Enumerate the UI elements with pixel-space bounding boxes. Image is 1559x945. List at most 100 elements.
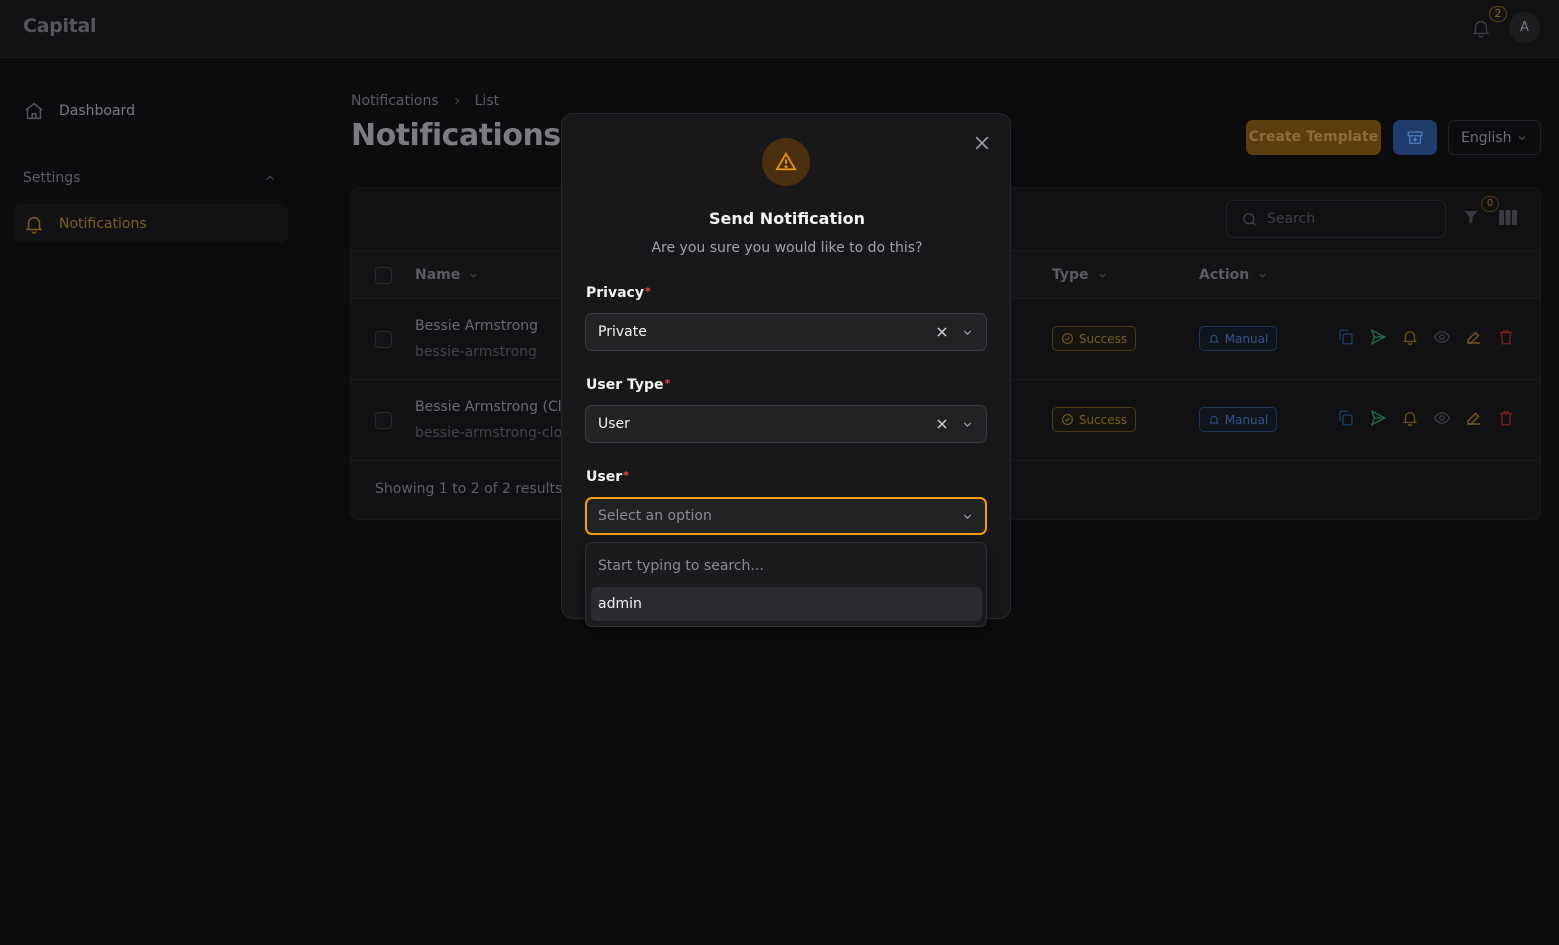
field-label-text: User Type <box>586 377 664 393</box>
row-name: Bessie Armstrong (Clo <box>415 399 571 415</box>
notifications-bell-icon[interactable] <box>1470 17 1492 39</box>
clear-icon[interactable] <box>935 325 949 339</box>
field-label-text: User <box>586 469 623 485</box>
user-type-label: User Type* <box>586 377 670 393</box>
chevron-right-icon <box>454 97 459 105</box>
sidebar-group-label: Settings <box>23 170 81 186</box>
warning-badge <box>762 138 810 186</box>
sidebar-item-label: Notifications <box>59 215 147 232</box>
required-marker: * <box>623 469 629 482</box>
type-badge: Success <box>1052 407 1136 432</box>
row-slug: bessie-armstrong-clo <box>415 425 563 441</box>
badge-label: Manual <box>1224 331 1269 346</box>
page-title: Notifications <box>351 118 561 153</box>
user-type-value: User <box>598 416 630 432</box>
trash-icon[interactable] <box>1497 328 1515 346</box>
copy-icon[interactable] <box>1337 328 1355 346</box>
top-bar: Capital 2 A <box>0 0 1559 58</box>
search-icon <box>1243 212 1256 226</box>
warning-icon <box>775 152 797 171</box>
user-type-select[interactable]: User <box>585 405 987 443</box>
close-icon <box>975 136 989 150</box>
check-circle-icon <box>1061 414 1073 425</box>
select-all-checkbox[interactable] <box>375 267 392 284</box>
edit-icon[interactable] <box>1465 328 1483 346</box>
copy-icon[interactable] <box>1337 409 1355 427</box>
bell-icon <box>1208 415 1219 423</box>
row-checkbox[interactable] <box>375 412 392 429</box>
breadcrumb-item: List <box>474 93 500 109</box>
badge-label: Success <box>1078 412 1128 427</box>
notification-count-badge: 2 <box>1489 6 1507 22</box>
home-icon <box>25 102 43 120</box>
chevron-down-icon <box>1259 273 1266 278</box>
column-header-name[interactable]: Name <box>415 267 479 283</box>
bell-icon[interactable] <box>1401 409 1419 427</box>
archive-button[interactable] <box>1393 120 1437 155</box>
chevron-down-icon <box>1098 273 1106 278</box>
chevron-down-icon <box>470 273 477 278</box>
dropdown-search-input[interactable]: Start typing to search... <box>598 558 764 574</box>
column-label: Name <box>415 267 461 283</box>
modal-subtitle: Are you sure you would like to do this? <box>651 240 923 256</box>
user-select[interactable]: Select an option <box>585 497 987 535</box>
clear-icon[interactable] <box>935 417 949 431</box>
row-actions <box>1337 328 1515 346</box>
search-input[interactable]: Search <box>1226 200 1446 238</box>
columns-icon[interactable] <box>1498 209 1518 226</box>
user-label: User* <box>586 469 629 485</box>
pagination-results: Showing 1 to 2 of 2 results <box>375 481 563 497</box>
user-avatar[interactable]: A <box>1509 12 1540 43</box>
breadcrumb-item[interactable]: Notifications <box>351 93 439 109</box>
column-label: Type <box>1052 267 1089 283</box>
user-placeholder: Select an option <box>598 508 712 524</box>
create-template-button[interactable]: Create Template <box>1246 120 1381 155</box>
column-header-type[interactable]: Type <box>1052 267 1108 283</box>
action-badge: Manual <box>1199 326 1277 351</box>
brand-logo[interactable]: Capital <box>23 15 97 37</box>
filter-icon[interactable] <box>1462 208 1480 226</box>
sidebar-group-settings[interactable]: Settings <box>23 170 277 186</box>
type-badge: Success <box>1052 326 1136 351</box>
privacy-select[interactable]: Private <box>585 313 987 351</box>
required-marker: * <box>644 285 651 298</box>
send-icon[interactable] <box>1369 328 1387 346</box>
chevron-down-icon <box>1518 135 1526 140</box>
trash-icon[interactable] <box>1497 409 1515 427</box>
dropdown-option[interactable]: admin <box>591 587 982 621</box>
required-marker: * <box>664 377 671 390</box>
modal-title: Send Notification <box>709 209 865 228</box>
bell-icon[interactable] <box>1401 328 1419 346</box>
bell-icon <box>1208 334 1219 342</box>
row-name: Bessie Armstrong <box>415 318 539 334</box>
filter-count-badge: 0 <box>1481 196 1499 212</box>
badge-label: Success <box>1078 331 1128 346</box>
column-header-action[interactable]: Action <box>1199 267 1268 283</box>
chevron-down-icon <box>963 421 972 427</box>
badge-label: Manual <box>1224 412 1269 427</box>
language-select[interactable]: English <box>1448 120 1541 155</box>
send-icon[interactable] <box>1369 409 1387 427</box>
breadcrumb: Notifications List <box>351 93 499 109</box>
sidebar-item-notifications[interactable]: Notifications <box>14 204 288 243</box>
row-actions <box>1337 409 1515 427</box>
chevron-up-icon <box>266 175 274 181</box>
close-button[interactable] <box>972 133 992 153</box>
sidebar-item-dashboard[interactable]: Dashboard <box>23 100 135 122</box>
chevron-down-icon <box>963 329 972 335</box>
privacy-label: Privacy* <box>586 285 651 301</box>
language-label: English <box>1461 129 1512 146</box>
column-label: Action <box>1199 267 1250 283</box>
user-dropdown: Start typing to search... admin <box>585 542 987 627</box>
row-slug: bessie-armstrong <box>415 344 537 360</box>
eye-icon[interactable] <box>1433 409 1451 427</box>
search-placeholder: Search <box>1267 211 1316 227</box>
edit-icon[interactable] <box>1465 409 1483 427</box>
action-badge: Manual <box>1199 407 1277 432</box>
eye-icon[interactable] <box>1433 328 1451 346</box>
archive-icon <box>1407 130 1423 144</box>
check-circle-icon <box>1061 333 1073 344</box>
sidebar-item-label: Dashboard <box>59 103 135 119</box>
chevron-down-icon <box>963 513 972 519</box>
row-checkbox[interactable] <box>375 331 392 348</box>
